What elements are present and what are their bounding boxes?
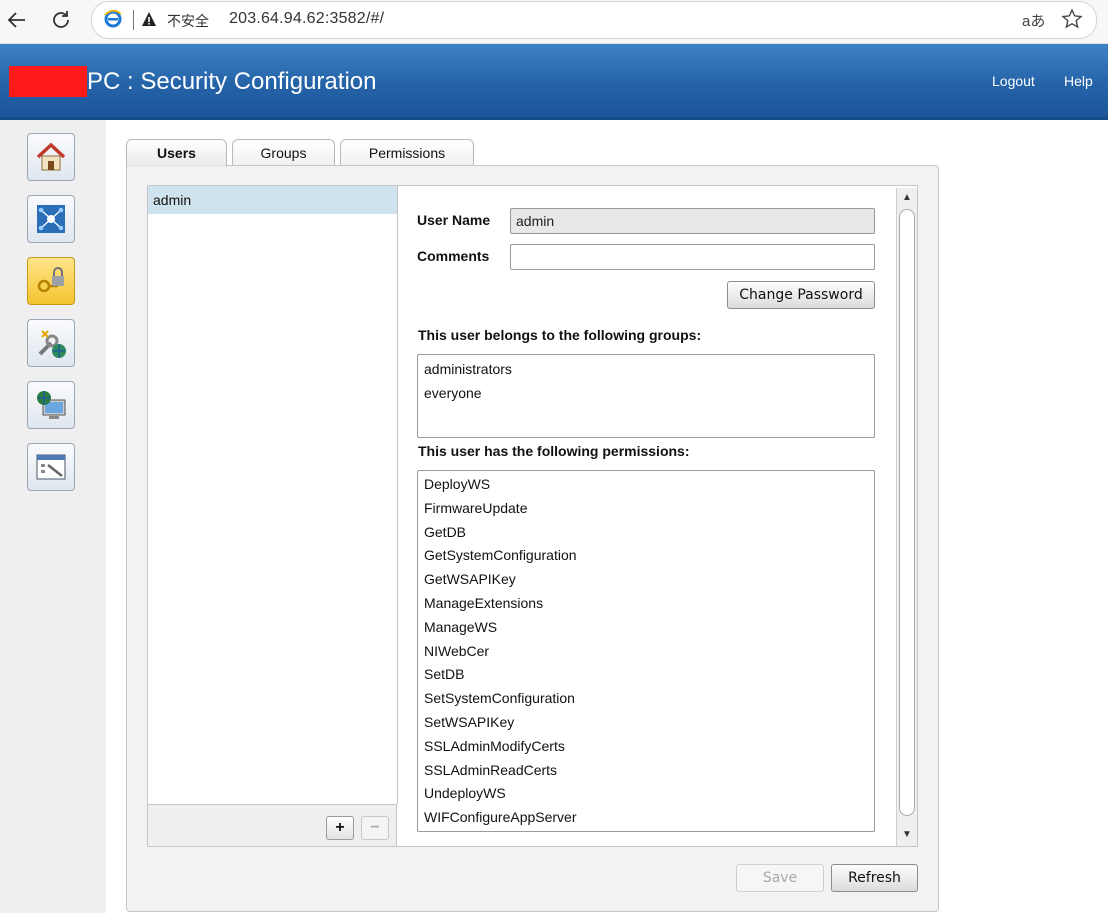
security-lock-icon — [37, 267, 64, 293]
list-item[interactable]: SSLAdminReadCerts — [418, 759, 874, 783]
scroll-up-icon[interactable]: ▲ — [900, 191, 914, 205]
remote-computer-icon — [37, 391, 66, 419]
list-item[interactable]: ManageExtensions — [418, 592, 874, 616]
help-link[interactable]: Help — [1064, 73, 1093, 89]
scroll-down-icon[interactable]: ▼ — [900, 828, 914, 842]
list-item[interactable]: SetDB — [418, 663, 874, 687]
list-item[interactable]: administrators — [418, 358, 874, 382]
settings-window-icon — [36, 454, 66, 480]
tab-users[interactable]: Users — [126, 139, 227, 167]
page-title: PC : Security Configuration — [87, 68, 377, 95]
sidebar-item-security[interactable] — [27, 257, 75, 305]
refresh-button[interactable]: Refresh — [831, 864, 918, 892]
read-aloud-icon[interactable]: aあ — [1022, 10, 1045, 31]
favorite-star-icon[interactable] — [1060, 7, 1084, 31]
ie-mode-icon[interactable] — [103, 9, 123, 29]
sidebar-item-home[interactable] — [27, 133, 75, 181]
groups-list[interactable]: administrators everyone — [417, 354, 875, 438]
sidebar-item-network[interactable] — [27, 195, 75, 243]
network-icon — [37, 205, 65, 233]
warning-icon[interactable] — [141, 11, 157, 27]
detail-scrollbar[interactable]: ▲ ▼ — [896, 188, 917, 846]
change-password-button[interactable]: Change Password — [727, 281, 875, 309]
logout-link[interactable]: Logout — [992, 73, 1035, 89]
list-item[interactable]: SetSystemConfiguration — [418, 687, 874, 711]
list-item[interactable]: ManageWS — [418, 616, 874, 640]
sidebar — [0, 120, 106, 913]
add-user-button[interactable]: + — [326, 816, 354, 840]
sidebar-item-tools[interactable] — [27, 319, 75, 367]
address-separator — [133, 10, 134, 30]
list-item[interactable]: WIFConfigureAppServer — [418, 806, 874, 830]
list-item[interactable]: UndeployWS — [418, 782, 874, 806]
permissions-heading: This user has the following permissions: — [418, 443, 690, 459]
list-item[interactable]: NIWebCer — [418, 640, 874, 664]
list-item[interactable]: admin — [148, 186, 397, 214]
permissions-list[interactable]: DeployWS FirmwareUpdate GetDB GetSystemC… — [417, 470, 875, 832]
tab-groups[interactable]: Groups — [232, 139, 335, 166]
groups-heading: This user belongs to the following group… — [418, 327, 702, 343]
redacted-area — [9, 66, 87, 97]
tools-globe-icon — [38, 330, 66, 358]
list-item[interactable]: GetSystemConfiguration — [418, 544, 874, 568]
browser-toolbar: 不安全 203.64.94.62:3582/#/ aあ — [0, 0, 1108, 44]
list-item[interactable]: FirmwareUpdate — [418, 497, 874, 521]
comments-label: Comments — [417, 248, 490, 264]
app-header: PC : Security Configuration Logout Help — [0, 44, 1108, 120]
scrollbar-thumb[interactable] — [899, 209, 915, 816]
user-name-label: User Name — [417, 212, 491, 228]
list-item[interactable]: GetDB — [418, 521, 874, 545]
user-list[interactable]: admin — [148, 186, 398, 804]
comments-field[interactable] — [510, 244, 875, 270]
list-item[interactable]: everyone — [418, 382, 874, 406]
tab-permissions[interactable]: Permissions — [340, 139, 474, 166]
reload-icon — [53, 11, 69, 28]
list-item[interactable]: DeployWS — [418, 473, 874, 497]
list-item[interactable]: GetWSAPIKey — [418, 568, 874, 592]
remove-user-button[interactable]: − — [361, 816, 389, 840]
list-item[interactable]: SSLAdminModifyCerts — [418, 735, 874, 759]
home-icon — [36, 142, 66, 171]
reload-button[interactable] — [46, 6, 76, 34]
sidebar-item-settings[interactable] — [27, 443, 75, 491]
back-arrow-icon — [7, 12, 25, 28]
url-text[interactable]: 203.64.94.62:3582/#/ — [229, 10, 384, 28]
user-name-field[interactable]: admin — [510, 208, 875, 234]
user-list-footer: + − — [148, 804, 397, 846]
back-button[interactable] — [2, 6, 32, 34]
list-item[interactable]: SetWSAPIKey — [418, 711, 874, 735]
address-bar[interactable]: 不安全 203.64.94.62:3582/#/ aあ — [91, 1, 1097, 39]
sidebar-item-remote-system[interactable] — [27, 381, 75, 429]
save-button[interactable]: Save — [736, 864, 824, 892]
insecure-label[interactable]: 不安全 — [167, 11, 209, 31]
